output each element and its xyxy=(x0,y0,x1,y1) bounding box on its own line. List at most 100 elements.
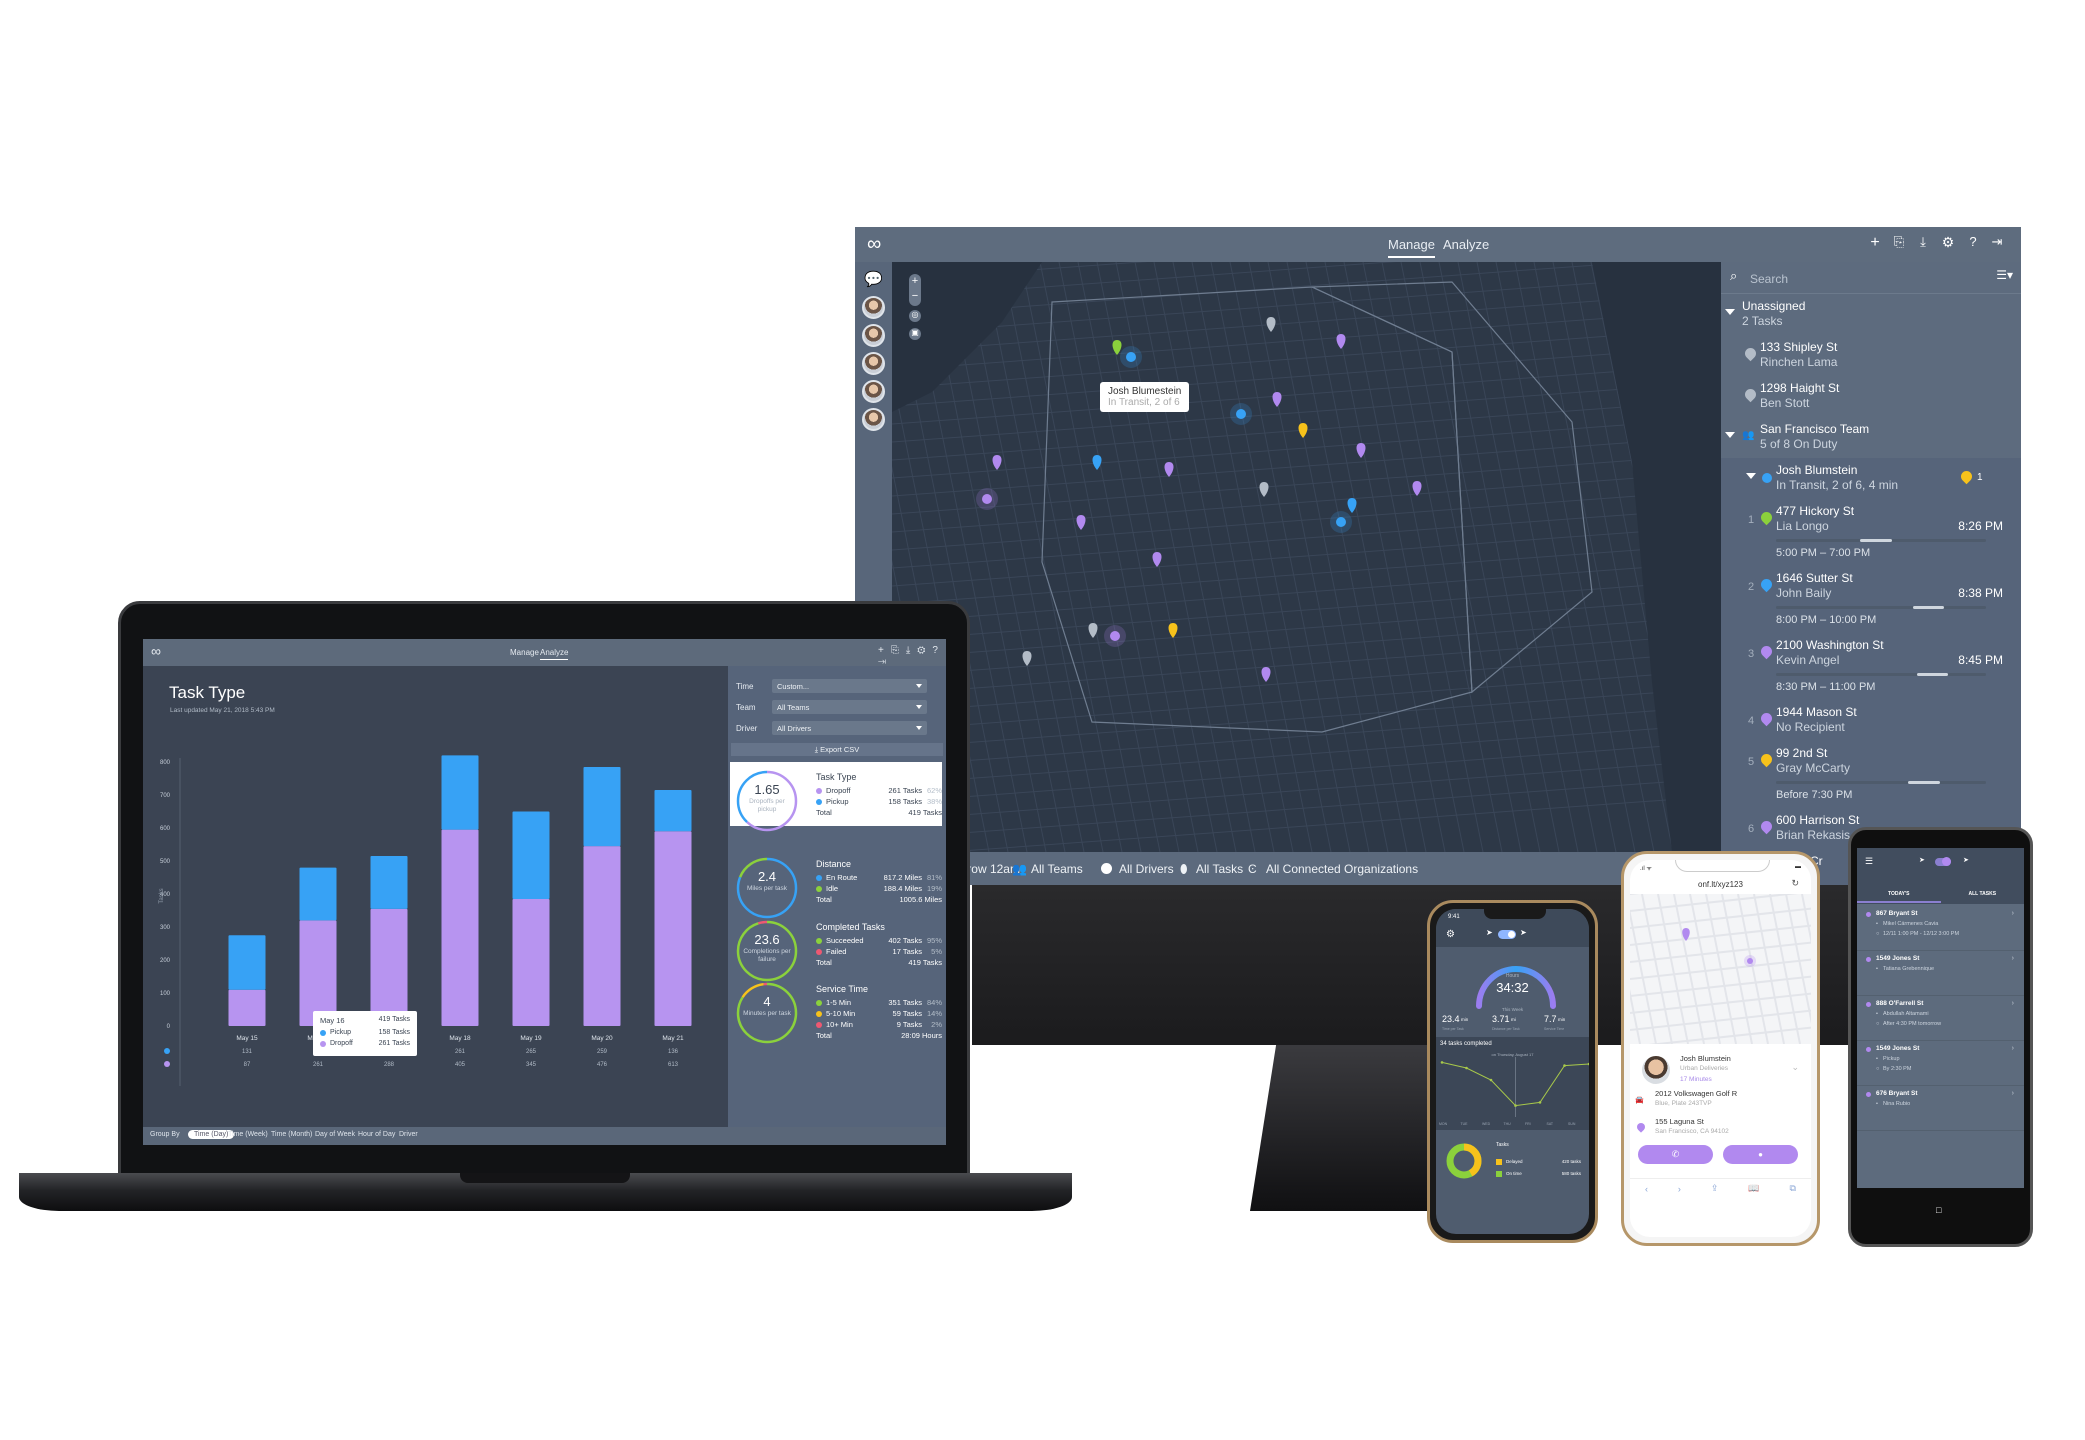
task-pin-icon[interactable] xyxy=(1092,455,1102,470)
filter-select[interactable]: All Teams xyxy=(772,700,927,714)
download-icon[interactable]: ⤓ xyxy=(1913,234,1933,250)
bar-dropoff[interactable] xyxy=(370,908,408,1026)
unassigned-group[interactable]: Unassigned 2 Tasks xyxy=(1721,294,2021,335)
task-list-item[interactable]: 888 O'Farrell St › Abdullah Altamami • ○ Afte… xyxy=(1857,996,2024,1041)
driver-task[interactable]: 1944 Mason St No Recipient 4 xyxy=(1721,700,2021,741)
plus-icon[interactable]: + xyxy=(1865,234,1885,252)
call-button[interactable]: ✆ xyxy=(1638,1145,1713,1164)
bar-pickup[interactable] xyxy=(299,867,337,921)
task-pin-icon[interactable] xyxy=(1152,552,1162,567)
task-list-item[interactable]: 1549 Jones St › Tatiana Grebennique • xyxy=(1857,951,2024,996)
locate-icon[interactable]: ◎ xyxy=(909,310,921,322)
driver-location-icon[interactable] xyxy=(1236,409,1246,419)
task-pin-icon[interactable] xyxy=(1272,392,1282,407)
bar-dropoff[interactable] xyxy=(654,831,692,1026)
gear-icon[interactable]: ⚙ xyxy=(1446,929,1455,940)
driver-location-icon[interactable] xyxy=(1126,352,1136,362)
avatar[interactable] xyxy=(862,296,885,319)
teams-filter[interactable]: All Teams xyxy=(1031,862,1083,876)
vehicle-icon[interactable]: ▣ xyxy=(909,328,921,340)
task-pin-icon[interactable] xyxy=(1266,317,1276,332)
menu-icon[interactable]: ☰ xyxy=(1865,856,1873,867)
gear-icon[interactable]: ⚙ xyxy=(1938,234,1958,251)
task-pin-icon[interactable] xyxy=(992,455,1002,470)
bar-pickup[interactable] xyxy=(370,856,408,909)
forward-icon[interactable]: › xyxy=(1678,1184,1681,1194)
driver-location-icon[interactable] xyxy=(982,494,992,504)
zoom-controls[interactable]: + − xyxy=(909,274,921,306)
group-by-option[interactable]: Hour of Day xyxy=(358,1131,395,1138)
driver-location-icon[interactable] xyxy=(1110,631,1120,641)
driver-task[interactable]: 1646 Sutter St John Baily 2 8:38 PM 8:00 PM … xyxy=(1721,566,2021,633)
driver-task[interactable]: 2100 Washington St Kevin Angel 3 8:45 PM 8:3… xyxy=(1721,633,2021,700)
unassigned-task[interactable]: 1298 Haight St Ben Stott xyxy=(1721,376,2021,417)
tab-analyze[interactable]: Analyze xyxy=(1443,237,1489,252)
zoom-in-icon[interactable]: + xyxy=(912,275,918,287)
header-actions[interactable]: +⎘⤓⚙?⇥ xyxy=(878,645,946,667)
task-pin-icon[interactable] xyxy=(1347,498,1357,513)
reload-icon[interactable]: ↻ xyxy=(1791,878,1799,889)
task-pin-icon[interactable] xyxy=(1022,651,1032,666)
unassigned-task[interactable]: 133 Shipley St Rinchen Lama xyxy=(1721,335,2021,376)
organizations-filter[interactable]: All Connected Organizations xyxy=(1266,862,1418,876)
collapse-arrow-icon[interactable] xyxy=(1725,432,1735,438)
driver-task[interactable]: 477 Hickory St Lia Longo 1 8:26 PM 5:00 PM –… xyxy=(1721,499,2021,566)
add-chat-icon[interactable]: 💬 xyxy=(864,270,883,288)
avatar[interactable] xyxy=(862,408,885,431)
tabs-icon[interactable]: ⧉ xyxy=(1790,1183,1796,1194)
period-selector[interactable]: This Week xyxy=(1436,1007,1589,1012)
task-pin-icon[interactable] xyxy=(1076,515,1086,530)
filter-select[interactable]: All Drivers xyxy=(772,721,927,735)
tab-all-tasks[interactable]: ALL TASKS xyxy=(1941,891,2025,897)
tab-analyze[interactable]: Analyze xyxy=(540,648,569,660)
bar-pickup[interactable] xyxy=(583,766,621,847)
group-by-option[interactable]: Driver xyxy=(399,1131,418,1138)
team-group[interactable]: San Francisco Team 5 of 8 On Duty 👥 xyxy=(1721,417,2021,458)
driver-location-icon[interactable] xyxy=(1336,517,1346,527)
avatar[interactable] xyxy=(862,380,885,403)
avatar[interactable] xyxy=(862,324,885,347)
bar-dropoff[interactable] xyxy=(441,829,479,1026)
url-bar[interactable]: onf.lt/xyz123 xyxy=(1630,880,1811,889)
task-list-item[interactable]: 867 Bryant St › Mikel Cármenes Cavia • ○ 12/1… xyxy=(1857,906,2024,951)
task-pin-icon[interactable] xyxy=(1336,334,1346,349)
task-list-item[interactable]: 676 Bryant St › Nina Rubio • xyxy=(1857,1086,2024,1131)
task-pin-icon[interactable] xyxy=(1164,462,1174,477)
import-icon[interactable]: ⎘ xyxy=(1889,234,1909,250)
help-icon[interactable]: ? xyxy=(1963,234,1983,249)
bar-chart[interactable]: 0100200300400500600700800TasksMay 151318… xyxy=(143,666,728,1127)
avatar[interactable] xyxy=(862,352,885,375)
filter-select[interactable]: Custom... xyxy=(772,679,927,693)
search-bar[interactable]: ⌕ Search ☰▾ xyxy=(1721,262,2021,294)
drivers-filter[interactable]: All Drivers xyxy=(1119,862,1174,876)
logout-icon[interactable]: ⇥ xyxy=(1987,234,2007,250)
task-pin-icon[interactable] xyxy=(1259,482,1269,497)
bar-pickup[interactable] xyxy=(512,811,550,899)
driver-task[interactable]: 99 2nd St Gray McCarty 5 Before 7:30 PM xyxy=(1721,741,2021,808)
tab-todays[interactable]: TODAY'S xyxy=(1857,891,1941,903)
home-button-icon[interactable]: □ xyxy=(1936,1205,1941,1215)
bookmarks-icon[interactable]: 📖 xyxy=(1748,1183,1759,1194)
bar-pickup[interactable] xyxy=(654,790,692,832)
task-pin-icon[interactable] xyxy=(1112,340,1122,355)
map[interactable]: + − ◎ ▣ Josh Blumestein In Transit, 2 of … xyxy=(892,262,1721,852)
chevron-down-icon[interactable]: ⌄ xyxy=(1791,1062,1799,1073)
bar-dropoff[interactable] xyxy=(512,898,550,1026)
bar-dropoff[interactable] xyxy=(228,989,266,1026)
back-icon[interactable]: ‹ xyxy=(1645,1184,1648,1194)
export-csv-button[interactable]: ⤓ Export CSV xyxy=(731,743,943,756)
group-by-option[interactable]: Time (Month) xyxy=(271,1131,312,1138)
search-input[interactable]: Search xyxy=(1750,272,1788,286)
bar-pickup[interactable] xyxy=(441,755,479,830)
collapse-arrow-icon[interactable] xyxy=(1746,473,1756,479)
task-pin-icon[interactable] xyxy=(1168,623,1178,638)
zoom-out-icon[interactable]: − xyxy=(912,290,918,302)
message-button[interactable]: ● xyxy=(1723,1145,1798,1164)
task-pin-icon[interactable] xyxy=(1088,623,1098,638)
tab-manage[interactable]: Manage xyxy=(510,648,539,657)
collapse-arrow-icon[interactable] xyxy=(1725,309,1735,315)
share-icon[interactable]: ⇪ xyxy=(1711,1183,1719,1194)
group-by-option[interactable]: Day of Week xyxy=(315,1131,355,1138)
task-pin-icon[interactable] xyxy=(1298,423,1308,438)
tab-manage[interactable]: Manage xyxy=(1388,237,1435,258)
